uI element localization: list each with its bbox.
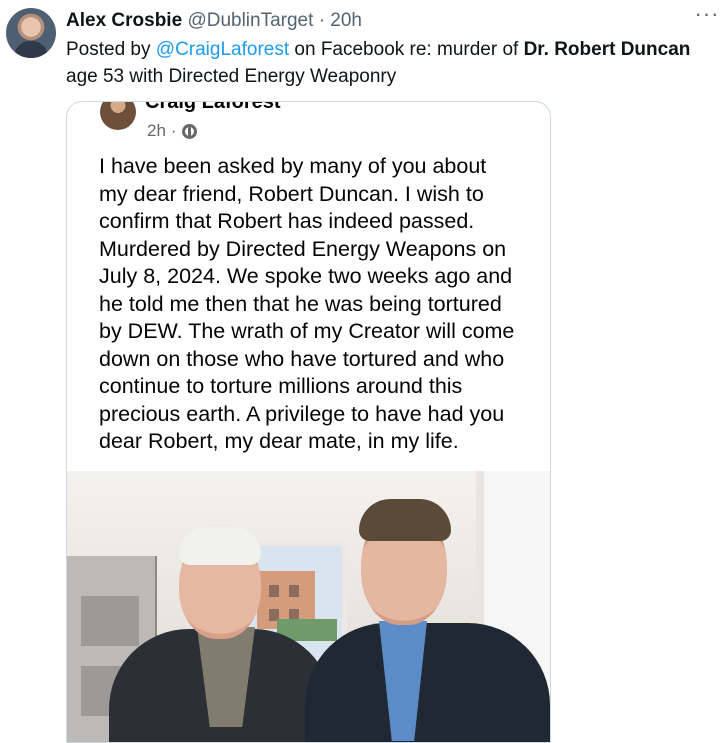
separator: · [170, 121, 177, 140]
author-avatar[interactable] [6, 8, 56, 58]
mention-link[interactable]: @CraigLaforest [156, 39, 289, 60]
facebook-author-name: Craig Laforest [145, 101, 281, 113]
facebook-post-text: I have been asked by many of you about m… [99, 154, 515, 453]
embedded-facebook-post[interactable]: Craig Laforest 2h · I have been asked by… [66, 101, 551, 743]
timestamp[interactable]: 20h [330, 10, 362, 31]
display-name[interactable]: Alex Crosbie [66, 10, 182, 31]
user-handle[interactable]: @DublinTarget [187, 10, 313, 31]
facebook-post-time: 2h [147, 121, 166, 140]
person-left-hair [179, 527, 261, 565]
facebook-post-meta: 2h · [147, 120, 197, 142]
facebook-avatar [100, 102, 136, 130]
person-right-hair [359, 499, 451, 541]
post-photo[interactable] [67, 471, 550, 742]
more-options-icon[interactable]: ··· [694, 3, 720, 32]
person-right-jacket [305, 623, 550, 742]
tweet-text: Posted by @CraigLaforest on Facebook re:… [66, 39, 691, 87]
globe-icon [181, 123, 197, 139]
tweet-header: Alex Crosbie @DublinTarget · 20h [66, 9, 362, 33]
separator: · [318, 10, 326, 31]
